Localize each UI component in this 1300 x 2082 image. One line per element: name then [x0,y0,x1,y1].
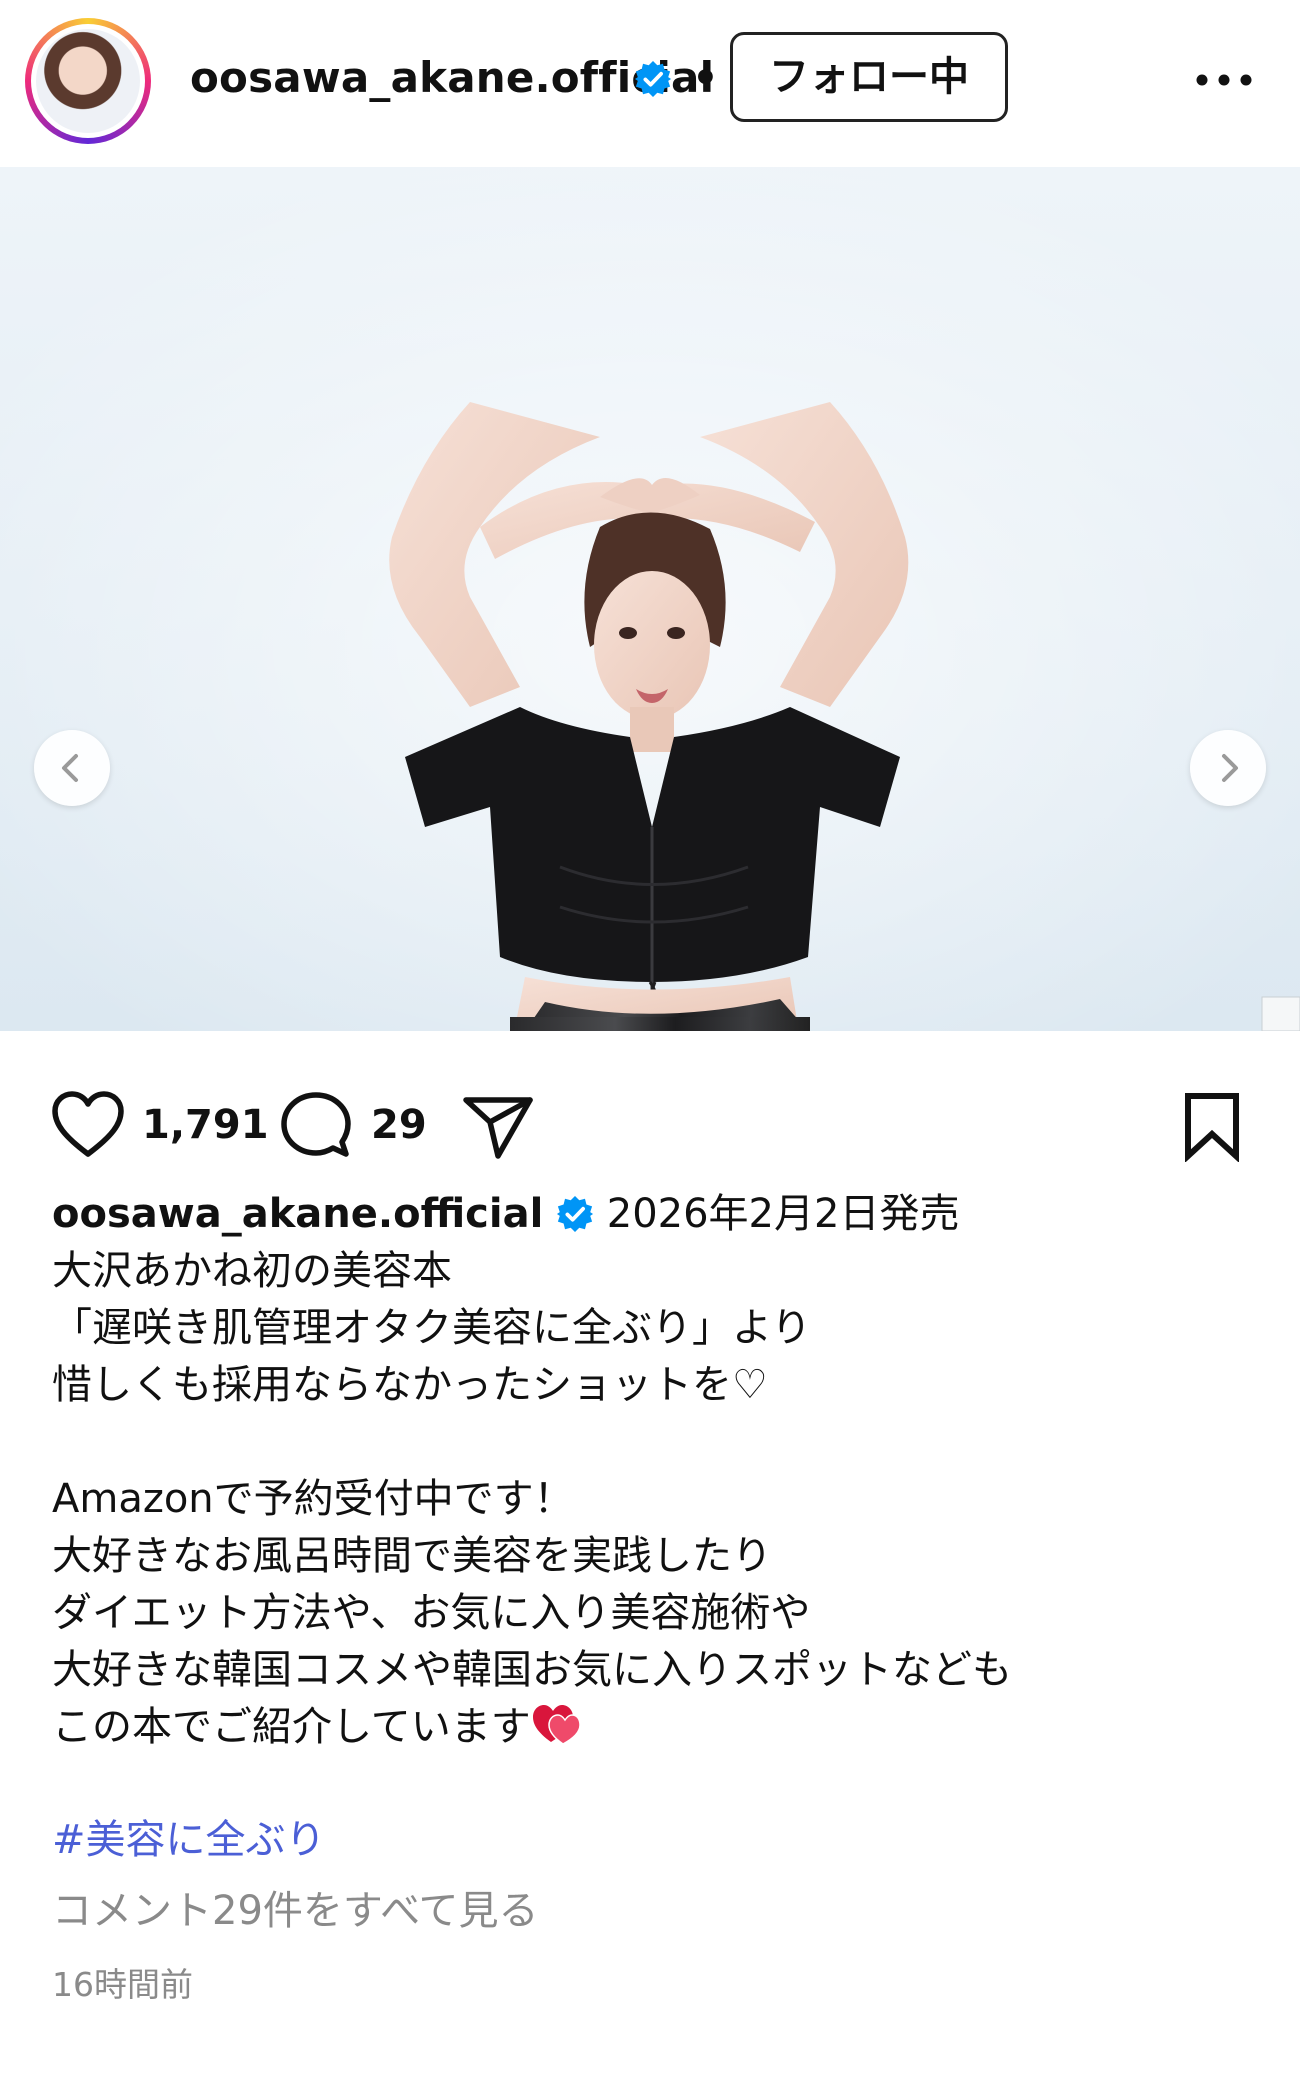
carousel-prev-button[interactable] [34,730,110,806]
view-all-comments-link[interactable]: コメント29件をすべて見る [52,1883,539,1940]
verified-badge-icon [634,60,672,98]
caption-text-line: ダイエット方法や、お気に入り美容施術や [52,1590,811,1636]
profile-avatar[interactable] [25,18,151,144]
caption-text-line: Amazonで予約受付中です！ [52,1476,574,1522]
caption-text-line: 惜しくも採用ならなかったショットを♡ [52,1362,768,1408]
send-icon[interactable] [460,1092,536,1162]
hashtag-link[interactable]: #美容に全ぶり [52,1812,326,1869]
comment-icon[interactable] [280,1090,352,1162]
bookmark-icon[interactable] [1182,1092,1242,1163]
caption-text-line: この本でご紹介しています [52,1704,531,1750]
avatar-image [36,29,140,133]
post-caption: oosawa_akane.official 2026年2月2日発売 大沢あかね初… [52,1186,1252,1756]
caption-first-line: oosawa_akane.official 2026年2月2日発売 [52,1186,1252,1243]
comment-count[interactable]: 29 [371,1097,427,1153]
like-count[interactable]: 1,791 [142,1097,269,1153]
caption-text-line: 「遅咲き肌管理オタク美容に全ぶり」より [52,1305,812,1351]
more-options-icon[interactable] [1188,52,1260,108]
carousel-next-button[interactable] [1190,730,1266,806]
post-header: oosawa_akane.official • フォロー中 [0,0,1300,165]
post-photo-illustration [0,167,1300,1031]
header-separator: • [692,53,719,102]
caption-last-line: この本でご紹介しています [52,1699,1252,1756]
heart-icon[interactable] [50,1090,126,1160]
following-button[interactable]: フォロー中 [730,32,1008,122]
post-image[interactable] [0,167,1300,1031]
chevron-left-icon [62,754,78,782]
caption-text-line: 2026年2月2日発売 [606,1191,960,1237]
caption-username[interactable]: oosawa_akane.official [52,1191,543,1237]
action-bar: 1,791 29 [0,1080,1300,1170]
caption-text-line: 大好きな韓国コスメや韓国お気に入りスポットなども [52,1647,1012,1693]
caption-text-line: 大好きなお風呂時間で美容を実践したり [52,1533,772,1579]
chevron-right-icon [1222,754,1238,782]
heart-emoji-icon [532,1705,581,1745]
verified-badge-icon [556,1195,594,1233]
post-timestamp: 16時間前 [52,1965,193,2004]
caption-text-line: 大沢あかね初の美容本 [52,1248,452,1294]
